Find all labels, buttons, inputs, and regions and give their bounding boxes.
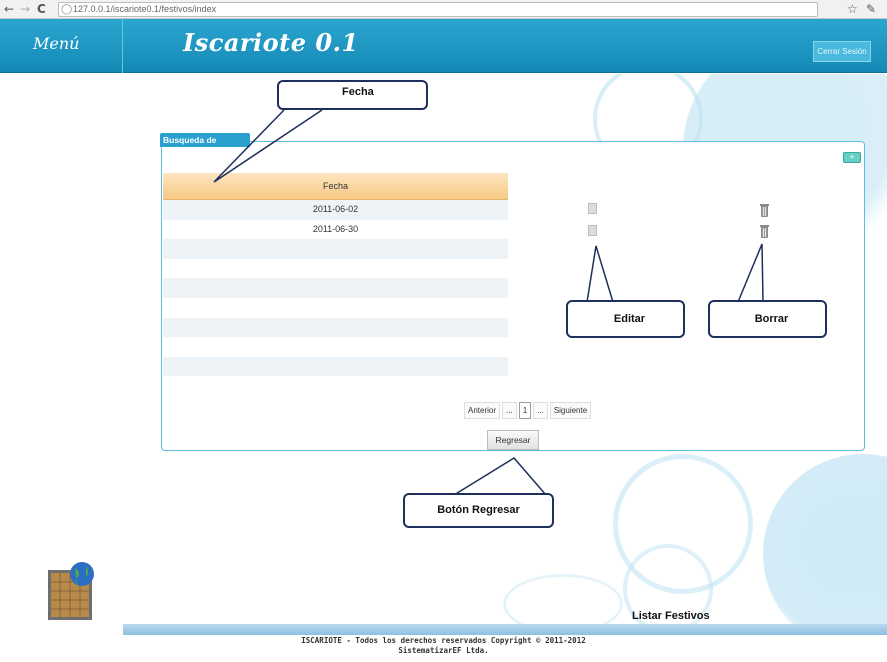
footer-company: SistematizarEF Ltda. [398,646,489,655]
footer-strip [123,624,887,635]
page: ← → C ◯ 127.0.0.1/iscariote0.1/festivos/… [0,0,887,662]
borrar-pointer [737,243,764,303]
editar-pointer [586,245,614,303]
callout-borrar: Borrar [708,300,827,338]
footer: ISCARIOTE - Todos los derechos reservado… [0,636,887,656]
page-label: Listar Festivos [632,610,710,622]
globe-computer-icon [48,562,94,620]
callout-regresar: Botón Regresar [403,493,554,528]
fecha-pointer [213,109,323,183]
callout-fecha: Fecha [277,80,428,110]
callout-editar: Editar [566,300,685,338]
footer-copyright: ISCARIOTE - Todos los derechos reservado… [301,636,586,645]
regresar-pointer [453,457,547,496]
